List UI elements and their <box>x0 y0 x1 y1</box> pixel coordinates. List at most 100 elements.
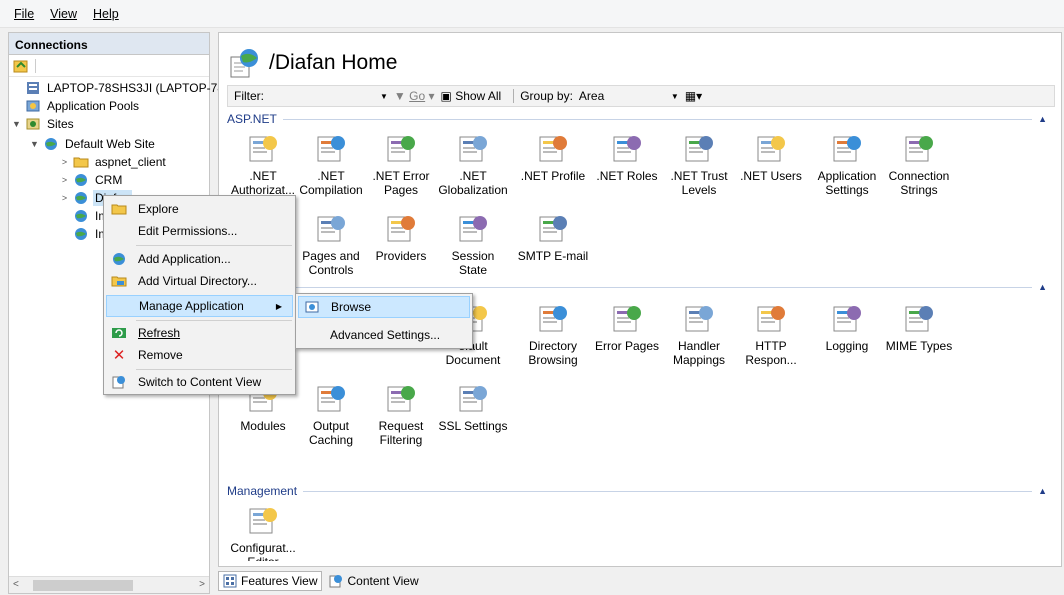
feature-icon <box>317 216 345 242</box>
group-line <box>303 490 1033 492</box>
feature-tile[interactable]: Pages and Controls <box>295 211 367 277</box>
show-all-button[interactable]: ▣ Show All <box>441 89 502 103</box>
feature-tile[interactable]: Providers <box>365 211 437 263</box>
menu-help-label: Help <box>93 6 119 21</box>
menu-item-browse[interactable]: Browse <box>298 296 470 318</box>
web-app-icon <box>75 192 87 204</box>
content-view-tab[interactable]: Content View <box>324 571 424 591</box>
group-by-select[interactable]: Area <box>579 89 665 103</box>
feature-tile[interactable]: MIME Types <box>883 301 955 353</box>
feature-tile[interactable]: .NET Users <box>735 131 807 183</box>
web-app-large-icon <box>230 49 258 78</box>
feature-tile[interactable]: Handler Mappings <box>663 301 735 367</box>
feature-icon <box>317 136 345 162</box>
horizontal-scrollbar[interactable]: < > <box>9 576 209 593</box>
feature-icon <box>833 306 861 332</box>
collapse-icon[interactable]: ▲ <box>1038 282 1047 292</box>
feature-tile[interactable]: Connection Strings <box>883 131 955 197</box>
view-mode-icon[interactable]: ▦▾ <box>685 89 702 103</box>
feature-icon <box>833 136 861 162</box>
group-line <box>233 286 1033 288</box>
tree-node-sites[interactable]: ▼ Sites <box>11 115 76 133</box>
chevron-right-icon[interactable]: > <box>59 175 70 185</box>
feature-tile[interactable]: Request Filtering <box>365 381 437 447</box>
group-aspnet[interactable]: ASP.NET ▲ <box>227 111 1047 127</box>
feature-icon <box>459 386 487 412</box>
feature-tile[interactable]: Session State <box>437 211 509 277</box>
remove-icon: ✕ <box>112 347 126 364</box>
feature-tile[interactable]: Error Pages <box>591 301 663 353</box>
menu-item-label: Add Virtual Directory... <box>138 274 257 288</box>
feature-label: Modules <box>240 419 286 433</box>
chevron-down-icon[interactable]: ▼ <box>29 139 40 149</box>
menu-item-add-virtual-directory[interactable]: Add Virtual Directory... <box>106 270 293 292</box>
chevron-down-icon[interactable]: ▼ <box>671 92 679 101</box>
features-view-tab[interactable]: Features View <box>218 571 323 591</box>
feature-tile[interactable]: SSL Settings <box>437 381 509 433</box>
feature-tile[interactable]: SMTP E-mail <box>517 211 589 263</box>
feature-icon <box>757 136 785 162</box>
feature-tile[interactable]: .NET Globalization <box>437 131 509 197</box>
chevron-down-icon[interactable]: ▼ <box>11 119 22 129</box>
refresh-icon <box>108 325 130 341</box>
tree-label: Sites <box>47 117 74 131</box>
menu-item-refresh[interactable]: Refresh <box>106 322 293 344</box>
feature-tile[interactable]: Application Settings <box>811 131 883 197</box>
chevron-right-icon[interactable]: > <box>59 157 70 167</box>
feature-tile[interactable]: .NET Authorizat... <box>227 131 299 197</box>
menu-help[interactable]: Help <box>85 7 127 21</box>
menu-item-label: Browse <box>331 300 372 314</box>
menu-item-explore[interactable]: Explore <box>106 198 293 220</box>
menu-item-edit-permissions[interactable]: Edit Permissions... <box>106 220 293 242</box>
feature-tile[interactable]: .NET Trust Levels <box>663 131 735 197</box>
feature-icon <box>905 136 933 162</box>
filter-separator <box>513 89 515 103</box>
feature-tile[interactable]: .NET Error Pages <box>365 131 437 197</box>
menu-item-switch-content-view[interactable]: Switch to Content View <box>106 371 293 393</box>
scroll-left-icon[interactable]: < <box>13 579 19 590</box>
feature-tile[interactable]: Output Caching <box>295 381 367 447</box>
scroll-right-icon[interactable]: > <box>199 579 205 590</box>
scroll-thumb[interactable] <box>33 580 133 591</box>
menu-item-add-application[interactable]: Add Application... <box>106 248 293 270</box>
group-management[interactable]: Management ▲ <box>227 483 1047 499</box>
chevron-down-icon[interactable]: ▼ <box>380 92 388 101</box>
menu-item-advanced-settings[interactable]: Advanced Settings... <box>298 324 470 346</box>
menu-view[interactable]: View <box>42 7 85 21</box>
go-button[interactable]: ▼ Go ▾ <box>394 89 435 103</box>
feature-tile[interactable]: .NET Roles <box>591 131 663 183</box>
tree-node-aspnet-client[interactable]: > aspnet_client <box>59 153 168 171</box>
feature-label: MIME Types <box>885 339 953 353</box>
feature-tile[interactable]: Directory Browsing <box>517 301 589 367</box>
chevron-right-icon[interactable]: > <box>59 193 70 203</box>
feature-icon <box>539 306 567 332</box>
feature-label: .NET Profile <box>520 169 586 183</box>
collapse-icon[interactable]: ▲ <box>1038 114 1047 124</box>
feature-label: Logging <box>825 339 869 353</box>
feature-tile[interactable]: .NET Profile <box>517 131 589 183</box>
tree-node-crm[interactable]: > CRM <box>59 171 124 189</box>
connect-icon[interactable] <box>13 58 31 74</box>
tree-node-default-site[interactable]: ▼ Default Web Site <box>29 135 157 153</box>
feature-label: .NET Roles <box>596 169 658 183</box>
menu-item-manage-application[interactable]: Manage Application ▶ <box>106 295 293 317</box>
feature-tile[interactable]: HTTP Respon... <box>735 301 807 367</box>
menu-bar: File View Help <box>0 0 1064 28</box>
collapse-icon[interactable]: ▲ <box>1038 486 1047 496</box>
explore-icon <box>108 201 130 217</box>
filter-input[interactable] <box>270 88 380 104</box>
menu-item-label: Advanced Settings... <box>330 328 441 342</box>
feature-tile[interactable]: Configurat... Editor <box>227 503 299 561</box>
tree-node-app-pools[interactable]: Application Pools <box>25 97 141 115</box>
view-tabs: Features View Content View <box>218 570 426 592</box>
tree-node-server[interactable]: − LAPTOP-78SHS3JI (LAPTOP-78SH <box>11 79 243 97</box>
virtual-directory-icon <box>108 273 130 289</box>
feature-tile[interactable]: .NET Compilation <box>295 131 367 197</box>
feature-tile[interactable]: Logging <box>811 301 883 353</box>
menu-file[interactable]: File <box>6 7 42 21</box>
feature-icon <box>613 306 641 332</box>
menu-item-remove[interactable]: ✕ Remove <box>106 344 293 366</box>
feature-label: Configurat... Editor <box>230 541 296 561</box>
tree-label: Application Pools <box>47 99 140 113</box>
feature-icon <box>459 136 487 162</box>
